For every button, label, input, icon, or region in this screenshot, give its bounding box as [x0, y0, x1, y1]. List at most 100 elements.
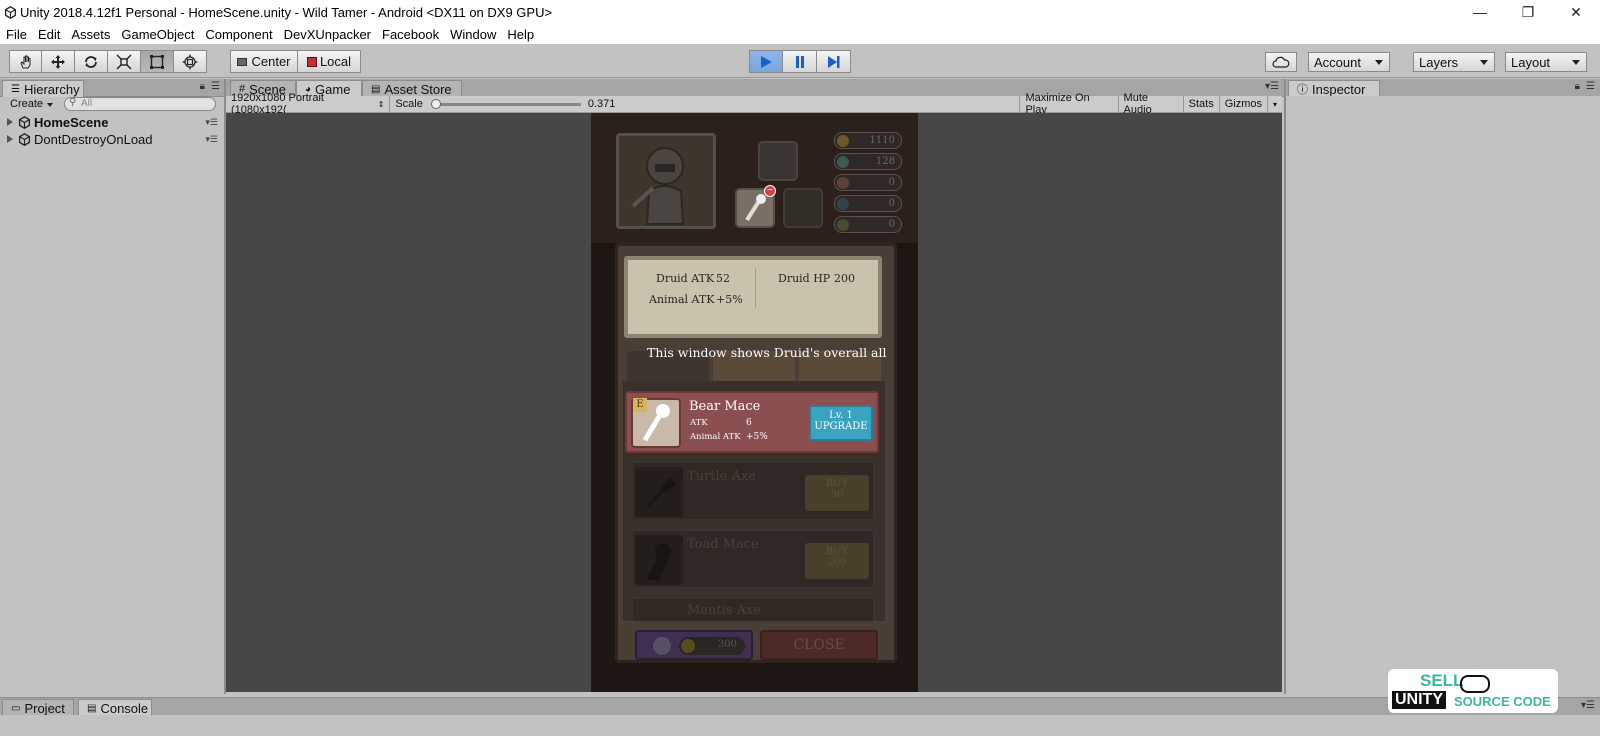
pivot-local-toggle[interactable]: Local [298, 50, 361, 73]
rotate-icon [85, 55, 97, 68]
transform-tool-button[interactable] [174, 50, 207, 73]
pivot-center-toggle[interactable]: Center [230, 50, 298, 73]
pause-button[interactable] [783, 50, 817, 73]
panel-divider[interactable] [1284, 79, 1286, 694]
play-icon [761, 55, 772, 68]
watermark-unity: UNITY [1392, 691, 1446, 709]
hand-tool-button[interactable] [9, 50, 42, 73]
stats-toggle[interactable]: Stats [1184, 95, 1220, 113]
hierarchy-toolbar: Create All [2, 96, 222, 112]
lock-icon[interactable]: 🔒︎ [200, 81, 205, 92]
item-menu-icon[interactable]: ▾☰ [205, 117, 218, 128]
panel-menu-icon[interactable]: ☰ [211, 81, 220, 92]
scale-slider[interactable] [430, 98, 581, 109]
bottom-tabstrip: ▭ Project ▤ Console ▾☰ [0, 697, 1600, 716]
hand-icon [19, 55, 30, 68]
chevron-down-icon: ▾ [1273, 99, 1278, 109]
list-item-bear-mace[interactable]: E Bear Mace ATK 6 Animal ATK +5% Lv. 1 U… [625, 391, 879, 453]
menu-help[interactable]: Help [507, 27, 534, 42]
lock-icon[interactable]: 🔒︎ [1575, 81, 1580, 92]
tab-hierarchy-label: Hierarchy [23, 81, 80, 97]
account-dropdown[interactable]: Account [1308, 52, 1390, 72]
step-button[interactable] [817, 50, 851, 73]
panel-menu-icon[interactable]: ▾☰ [1265, 81, 1279, 92]
list-item-toad-mace[interactable]: Toad Mace BUY 200 [631, 529, 875, 589]
tab-project[interactable]: ▭ Project [2, 699, 74, 716]
close-window-button[interactable]: ✕ [1552, 0, 1600, 24]
upgrade-button[interactable]: Lv. 1 UPGRADE [809, 405, 873, 441]
hierarchy-item-dontdestroyonload[interactable]: DontDestroyOnLoad ▾☰ [2, 131, 222, 147]
druid-atk-value: 52 [716, 272, 730, 285]
move-icon [51, 54, 65, 69]
layout-dropdown[interactable]: Layout [1505, 52, 1587, 72]
menu-assets[interactable]: Assets [71, 27, 110, 42]
axe-token-icon [837, 177, 849, 189]
tab-console-label: Console [100, 700, 149, 716]
list-icon: ☰ [11, 83, 20, 95]
chevron-down-icon [1572, 60, 1580, 65]
menu-file[interactable]: File [6, 27, 27, 42]
menu-gameobject[interactable]: GameObject [121, 27, 194, 42]
scale-slider-thumb[interactable] [430, 98, 441, 109]
expand-arrow-icon[interactable] [7, 118, 13, 126]
panel-menu-icon[interactable]: ▾☰ [1581, 700, 1595, 711]
game-screen[interactable]: − 1110 128 0 0 0 Druid ATK 52 Animal ATK… [591, 113, 918, 692]
menu-facebook[interactable]: Facebook [382, 27, 439, 42]
tab-hierarchy[interactable]: ☰ Hierarchy [2, 80, 84, 97]
layers-dropdown[interactable]: Layers [1413, 52, 1495, 72]
scale-tool-button[interactable] [108, 50, 141, 73]
menu-component[interactable]: Component [205, 27, 272, 42]
remove-badge-icon[interactable]: − [764, 185, 776, 197]
expand-arrow-icon[interactable] [7, 135, 13, 143]
gizmos-dropdown[interactable]: ▾ [1268, 96, 1282, 113]
gizmos-toggle[interactable]: Gizmos [1220, 95, 1268, 113]
menu-edit[interactable]: Edit [38, 27, 60, 42]
watermark-logo: SELL UNITY SOURCE CODE [1388, 669, 1558, 713]
info-icon: ⓘ [1297, 84, 1308, 96]
rotate-tool-button[interactable] [75, 50, 108, 73]
menu-devxunpacker[interactable]: DevXUnpacker [284, 27, 371, 42]
list-item-turtle-axe[interactable]: Turtle Axe BUY 50 [631, 461, 875, 521]
buy-button[interactable]: BUY 50 [805, 475, 869, 511]
currency-value: 0 [888, 198, 895, 209]
minimize-button[interactable]: — [1456, 0, 1504, 24]
tab-inspector[interactable]: ⓘ Inspector [1288, 80, 1380, 97]
empty-slot[interactable] [783, 188, 823, 228]
menu-bar: File Edit Assets GameObject Component De… [0, 24, 1600, 44]
move-tool-button[interactable] [42, 50, 75, 73]
pause-icon [795, 55, 804, 68]
collab-cloud-button[interactable] [1265, 52, 1297, 72]
maximize-on-play-toggle[interactable]: Maximize On Play [1019, 92, 1119, 116]
scale-label: Scale [395, 98, 423, 110]
resolution-dropdown[interactable]: 1920x1080 Portrait (1080x192( ⇕ [226, 92, 391, 116]
restore-button[interactable]: ❐ [1504, 0, 1552, 24]
panel-menu-icon[interactable]: ☰ [1586, 81, 1595, 92]
buy-button[interactable]: BUY 200 [805, 543, 869, 579]
rect-tool-button[interactable] [141, 50, 174, 73]
menu-window[interactable]: Window [450, 27, 496, 42]
updown-arrow-icon: ⇕ [377, 99, 385, 109]
gizmos-label: Gizmos [1224, 98, 1262, 110]
empty-slot[interactable] [758, 141, 798, 181]
mute-audio-toggle[interactable]: Mute Audio [1119, 92, 1184, 116]
currency-gold: 1110 [834, 132, 902, 149]
stats-divider [755, 268, 756, 308]
gold-coin-icon [681, 639, 695, 653]
scale-icon [116, 54, 132, 69]
equipped-badge: E [633, 398, 647, 412]
tab-console[interactable]: ▤ Console [78, 699, 152, 716]
item-name: Toad Mace [687, 537, 759, 552]
video-icon [653, 637, 671, 655]
druid-character-icon [631, 147, 685, 225]
play-button[interactable] [749, 50, 783, 73]
watch-ad-button[interactable]: 300 [635, 630, 753, 660]
create-dropdown[interactable]: Create [10, 98, 54, 110]
console-toolbar [0, 715, 1600, 736]
hierarchy-item-homescene[interactable]: HomeScene ▾☰ [2, 114, 222, 130]
title-bar: Unity 2018.4.12f1 Personal - HomeScene.u… [0, 0, 1600, 24]
close-panel-button[interactable]: CLOSE [760, 630, 878, 660]
hierarchy-search-input[interactable]: All [64, 97, 216, 111]
list-item-mantis-axe[interactable]: Mantis Axe [631, 597, 875, 621]
item-menu-icon[interactable]: ▾☰ [205, 134, 218, 145]
layout-label: Layout [1511, 54, 1551, 70]
